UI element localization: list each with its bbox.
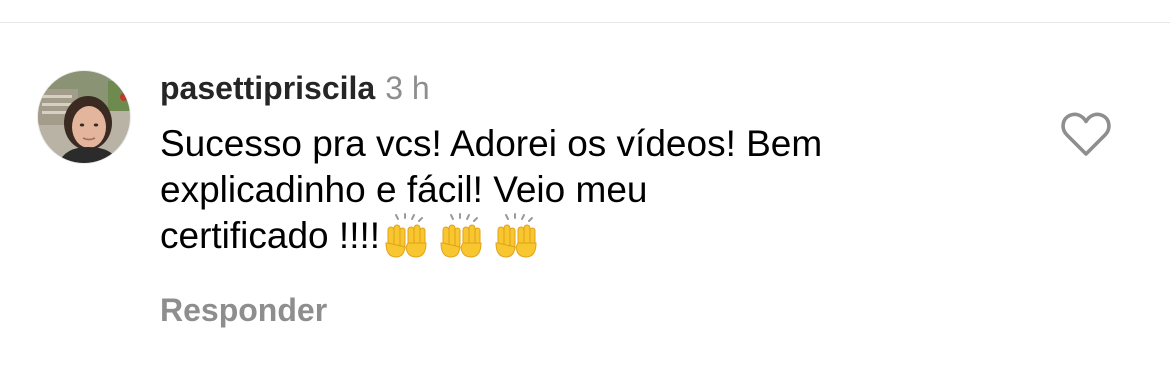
raising-hands-emoji (435, 213, 490, 259)
comment-text: Sucesso pra vcs! Adorei os vídeos! Bem e… (160, 121, 960, 259)
comment-text-line: Sucesso pra vcs! Adorei os vídeos! Bem (160, 123, 823, 164)
avatar-photo (38, 71, 130, 163)
heart-outline-icon[interactable] (1060, 110, 1112, 158)
username-link[interactable]: pasettipriscila (160, 70, 375, 106)
comment-text-line: explicadinho e fácil! Veio meu (160, 169, 648, 210)
top-divider (0, 22, 1170, 23)
comment-meta: pasettipriscila 3 h (160, 66, 1020, 110)
comment-text-line: certificado !!!! (160, 215, 381, 256)
comment-body: pasettipriscila 3 h Sucesso pra vcs! Ador… (160, 66, 1020, 259)
raising-hands-emoji (380, 213, 435, 259)
comment-timestamp: 3 h (385, 70, 430, 106)
avatar[interactable] (37, 70, 131, 164)
reply-button[interactable]: Responder (160, 290, 327, 330)
raising-hands-emoji (490, 213, 545, 259)
